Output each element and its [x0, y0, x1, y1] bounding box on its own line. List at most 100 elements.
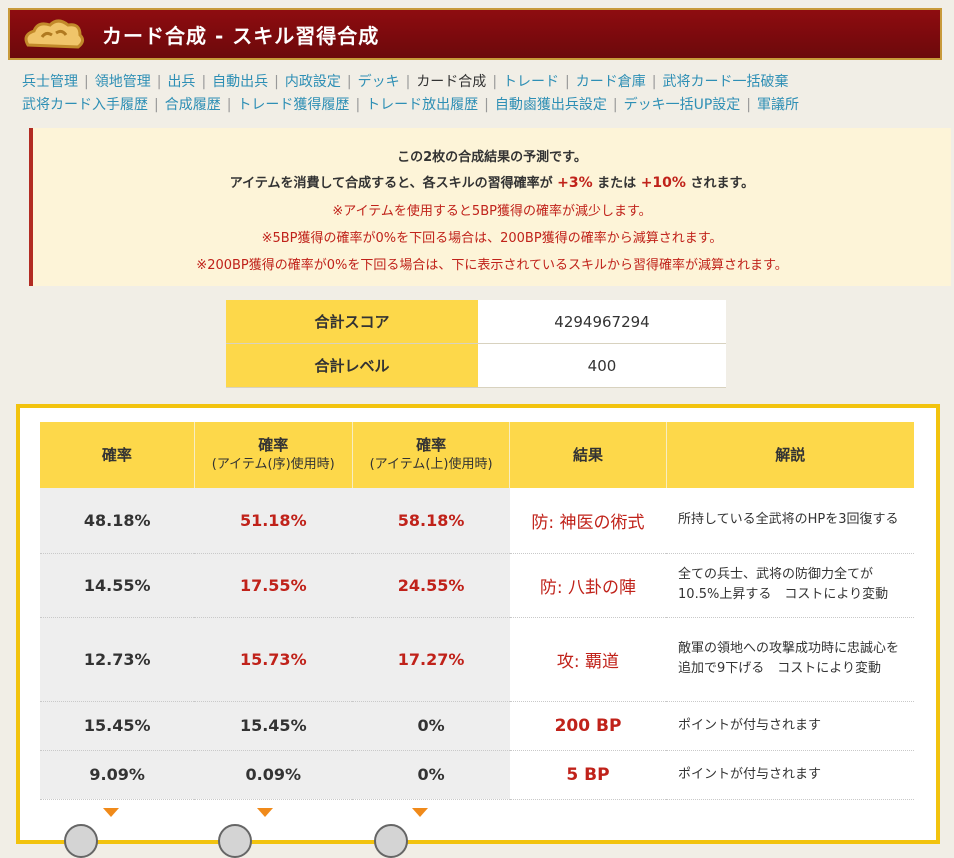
- header-rate-jo: 確率 (アイテム(序)使用時): [194, 422, 353, 488]
- page-header: カード合成 - スキル習得合成: [8, 8, 942, 60]
- summary-value: 4294967294: [478, 300, 726, 344]
- summary-value: 400: [478, 343, 726, 388]
- nav-link[interactable]: 軍議所: [757, 97, 799, 113]
- rate-cell: 12.73%: [40, 617, 195, 702]
- header-rate-jou-label: 確率: [416, 436, 447, 454]
- nav-link[interactable]: トレード放出履歴: [366, 97, 478, 113]
- rate-cell: 48.18%: [40, 488, 195, 554]
- nav-separator: |: [651, 74, 657, 90]
- rate-cell: 15.45%: [40, 701, 195, 751]
- notice-line-2-a: アイテムを消費して合成すると、各スキルの習得確率が: [229, 176, 553, 191]
- rate-jo-cell: 15.45%: [194, 701, 353, 751]
- arrow-down-icon: [257, 808, 273, 817]
- nav-link: カード合成: [416, 74, 487, 90]
- card-slot-icon[interactable]: [64, 824, 98, 858]
- cloud-emblem-icon: [24, 19, 85, 49]
- table-row: 12.73% 15.73% 17.27% 攻: 覇道 敵軍の領地への攻撃成功時に…: [40, 617, 914, 702]
- nav-separator: |: [84, 74, 89, 90]
- result-cell: 防: 八卦の陣: [509, 553, 667, 618]
- nav-link[interactable]: 自動鹵獲出兵設定: [495, 97, 607, 113]
- summary-label: 合計レベル: [226, 343, 478, 388]
- summary-row-level: 合計レベル 400: [226, 343, 726, 388]
- nav-separator: |: [154, 97, 159, 113]
- nav-separator: |: [484, 97, 489, 113]
- arrow-down-icon: [103, 808, 119, 817]
- nav-separator: |: [746, 97, 752, 113]
- nav-link[interactable]: 内政設定: [285, 74, 341, 90]
- card-slot-icon[interactable]: [374, 824, 408, 858]
- header-result-label: 結果: [572, 446, 603, 464]
- header-rate-jo-sub: (アイテム(序)使用時): [211, 457, 335, 472]
- nav-link[interactable]: デッキ一括UP設定: [624, 97, 741, 113]
- nav-link[interactable]: 合成履歴: [165, 97, 221, 113]
- nav-row-1: 兵士管理 | 領地管理 | 出兵 | 自動出兵 | 内政設定 | デッキ | カード合成 | トレード | カー…: [22, 73, 942, 91]
- notice-plus3: +3%: [557, 175, 593, 191]
- nav-separator: |: [405, 74, 411, 90]
- notice-line-2-e: されます。: [690, 176, 755, 191]
- header-desc-label: 解説: [775, 446, 806, 464]
- result-cell: 攻: 覇道: [509, 617, 667, 702]
- page-title: カード合成 - スキル習得合成: [102, 24, 380, 48]
- header-rate: 確率: [40, 422, 195, 488]
- nav-link[interactable]: 自動出兵: [212, 74, 268, 90]
- notice-line-2: アイテムを消費して合成すると、各スキルの習得確率が +3% または +10% さ…: [33, 172, 951, 191]
- summary-row-score: 合計スコア 4294967294: [226, 300, 726, 344]
- nav-separator: |: [355, 97, 361, 113]
- nav-link[interactable]: 武将カード一括破棄: [662, 74, 788, 90]
- notice-line-5: ※200BP獲得の確率が0%を下回る場合は、下に表示されているスキルから習得確率…: [196, 258, 788, 273]
- result-cell: 200 BP: [509, 701, 667, 751]
- rate-jou-cell: 0%: [352, 750, 510, 800]
- notice-line-4: ※5BP獲得の確率が0%を下回る場合は、200BP獲得の確率から減算されます。: [261, 231, 723, 246]
- rate-jo-cell: 17.55%: [194, 553, 353, 618]
- nav-link[interactable]: 領地管理: [95, 74, 151, 90]
- rate-jo-cell: 51.18%: [194, 488, 353, 554]
- nav-link[interactable]: トレード獲得履歴: [237, 97, 349, 113]
- table-row: 9.09% 0.09% 0% 5 BP ポイントが付与されます: [40, 750, 914, 800]
- header-rate-jou: 確率 (アイテム(上)使用時): [352, 422, 511, 488]
- desc-cell: 所持している全武将のHPを3回復する: [666, 488, 914, 554]
- nav-link[interactable]: カード倉庫: [576, 74, 646, 90]
- rate-jo-cell: 0.09%: [194, 750, 353, 800]
- nav-separator: |: [156, 74, 162, 90]
- desc-cell: ポイントが付与されます: [666, 701, 914, 751]
- summary-label: 合計スコア: [226, 300, 478, 344]
- nav-link[interactable]: トレード: [503, 74, 559, 90]
- header-rate-jou-sub: (アイテム(上)使用時): [369, 457, 493, 472]
- header-rate-jo-label: 確率: [258, 436, 289, 454]
- rate-cell: 9.09%: [40, 750, 195, 800]
- desc-cell: 全ての兵士、武将の防御力全てが10.5%上昇する コストにより変動: [666, 553, 914, 618]
- result-cell: 防: 神医の術式: [509, 488, 667, 554]
- result-cell: 5 BP: [509, 750, 667, 800]
- notice-line-3: ※アイテムを使用すると5BP獲得の確率が減少します。: [332, 204, 652, 219]
- results-header-row: 確率 確率 (アイテム(序)使用時) 確率 (アイテム(上)使用時) 結果 解説: [40, 422, 914, 488]
- desc-cell: ポイントが付与されます: [666, 750, 914, 800]
- nav-separator: |: [565, 74, 570, 90]
- table-row: 48.18% 51.18% 58.18% 防: 神医の術式 所持している全武将の…: [40, 488, 914, 554]
- rate-jo-cell: 15.73%: [194, 617, 353, 702]
- table-row: 14.55% 17.55% 24.55% 防: 八卦の陣 全ての兵士、武将の防御…: [40, 553, 914, 618]
- notice-line-2-c: または: [597, 176, 637, 191]
- nav-link[interactable]: デッキ: [358, 74, 400, 90]
- nav-separator: |: [492, 74, 498, 90]
- header-desc: 解説: [666, 422, 914, 488]
- nav-link[interactable]: 兵士管理: [22, 74, 78, 90]
- nav-link[interactable]: 武将カード入手履歴: [22, 97, 148, 113]
- summary-table: 合計スコア 4294967294 合計レベル 400: [226, 300, 726, 388]
- nav-separator: |: [274, 74, 279, 90]
- nav-separator: |: [201, 74, 207, 90]
- rate-jou-cell: 24.55%: [352, 553, 510, 618]
- results-table: 確率 確率 (アイテム(序)使用時) 確率 (アイテム(上)使用時) 結果 解説 4…: [40, 422, 914, 800]
- rate-jou-cell: 17.27%: [352, 617, 510, 702]
- header-rate-label: 確率: [101, 446, 132, 464]
- arrow-down-icon: [412, 808, 428, 817]
- card-slot-icon[interactable]: [218, 824, 252, 858]
- nav-separator: |: [346, 74, 352, 90]
- desc-cell: 敵軍の領地への攻撃成功時に忠誠心を追加で9下げる コストにより変動: [666, 617, 914, 702]
- nav-link[interactable]: 出兵: [167, 74, 195, 90]
- nav-row-2: 武将カード入手履歴 | 合成履歴 | トレード獲得履歴 | トレード放出履歴 | 自動鹵獲出兵設…: [22, 96, 942, 114]
- nav-separator: |: [612, 97, 618, 113]
- rate-cell: 14.55%: [40, 553, 195, 618]
- notice-line-1: この2枚の合成結果の予測です。: [397, 150, 587, 165]
- nav-separator: |: [226, 97, 232, 113]
- notice-box: この2枚の合成結果の予測です。 アイテムを消費して合成すると、各スキルの習得確率…: [29, 128, 951, 286]
